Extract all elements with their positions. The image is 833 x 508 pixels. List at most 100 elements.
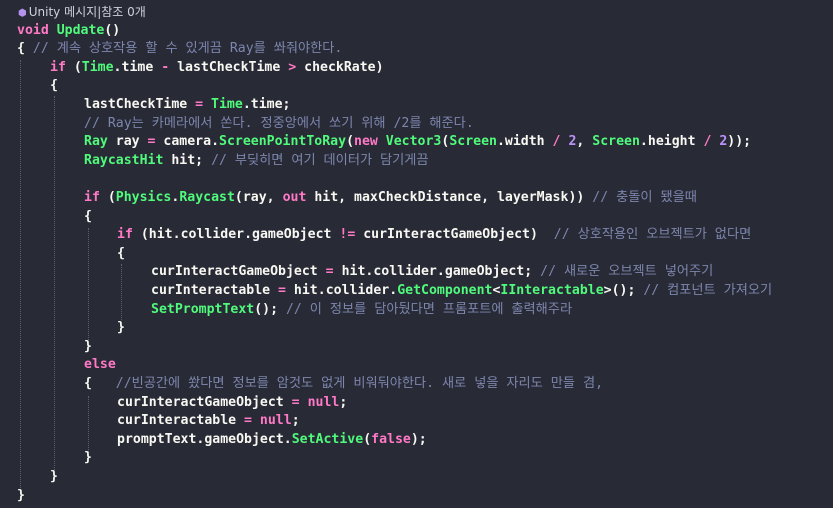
unity-message-icon: ⬢ bbox=[18, 8, 27, 19]
code-token: gameObject bbox=[252, 227, 332, 243]
code-line[interactable]: } bbox=[50, 468, 58, 487]
code-token: . bbox=[242, 96, 251, 112]
code-token: IInteractable bbox=[500, 282, 604, 298]
code-line[interactable]: RaycastHit hit; // 부딪히면 여기 데이터가 담기게끔 bbox=[84, 152, 429, 171]
code-token: = bbox=[139, 134, 164, 150]
code-token: )) bbox=[568, 189, 585, 205]
code-token: maxCheckDistance bbox=[354, 189, 482, 205]
code-token: curInteractable bbox=[151, 282, 271, 298]
code-line[interactable]: } bbox=[117, 319, 125, 338]
code-token: >(); bbox=[603, 282, 644, 298]
code-token: // 이 정보를 담아뒀다면 프롬포트에 출력해주라 bbox=[285, 301, 573, 317]
code-token: null bbox=[259, 413, 292, 429]
code-token: ; bbox=[339, 394, 348, 410]
code-token: lastCheckTime bbox=[84, 96, 188, 112]
code-token: ; bbox=[195, 152, 212, 168]
code-token: hit bbox=[341, 264, 366, 280]
code-line[interactable]: { bbox=[50, 77, 58, 96]
code-line[interactable]: { //빈공간에 쐈다면 정보를 암것도 없게 비워둬야한다. 새로 넣을 자리… bbox=[84, 375, 603, 394]
code-token: curInteractGameObject bbox=[363, 227, 530, 243]
code-token: GetComponent bbox=[397, 282, 493, 298]
code-token: } bbox=[50, 468, 58, 484]
code-token: ray bbox=[115, 134, 140, 150]
code-token: // 컴포넌트 가져오기 bbox=[643, 282, 773, 298]
code-line[interactable]: void Update() bbox=[17, 22, 120, 41]
code-token: false bbox=[371, 431, 411, 447]
code-token: gameObject bbox=[204, 431, 284, 447]
code-token: // 계속 상호작용 할 수 있게끔 Ray를 쏴줘야한다. bbox=[32, 41, 343, 57]
code-token: . bbox=[211, 134, 220, 150]
code-editor[interactable]: ⬢ Unity 메시지|참조 0개 void Update(){ // 계속 상호… bbox=[0, 0, 833, 508]
code-line[interactable]: } bbox=[17, 487, 25, 506]
code-token: collider bbox=[180, 227, 245, 243]
code-line[interactable]: // Ray는 카메라에서 쏜다. 정중앙에서 쏘기 위해 /2를 해준다. bbox=[84, 115, 474, 134]
code-line[interactable]: } bbox=[84, 449, 92, 468]
code-token: // 충돌이 됐을때 bbox=[584, 189, 697, 205]
code-line[interactable]: else bbox=[84, 356, 116, 375]
code-line[interactable]: if (Physics.Raycast(ray, out hit, maxChe… bbox=[84, 189, 697, 208]
code-token: . bbox=[283, 431, 292, 447]
code-line[interactable]: curInteractable = hit.collider.GetCompon… bbox=[151, 282, 772, 301]
code-line[interactable]: curInteractGameObject = null; bbox=[117, 394, 347, 413]
code-token: , bbox=[481, 189, 497, 205]
code-token: if bbox=[50, 59, 74, 75]
code-token: ); bbox=[410, 431, 427, 447]
code-token: } bbox=[17, 487, 25, 503]
code-token: SetPromptText bbox=[151, 301, 255, 317]
code-token: ; bbox=[291, 413, 300, 429]
code-line[interactable]: } bbox=[84, 338, 92, 357]
code-token: gameObject bbox=[444, 264, 525, 280]
code-token: = bbox=[187, 96, 212, 112]
code-token: promptText bbox=[117, 431, 197, 447]
code-line[interactable]: curInteractable = null; bbox=[117, 412, 300, 431]
code-token: // Ray는 카메라에서 쏜다. 정중앙에서 쏘기 위해 /2를 해준다. bbox=[84, 115, 474, 131]
code-token: RaycastHit bbox=[84, 152, 172, 168]
code-token: // 상호작용인 오브젝트가 없다면 bbox=[537, 227, 752, 243]
code-token: / bbox=[695, 134, 720, 150]
code-token: ScreenPointToRay bbox=[219, 134, 347, 150]
code-token: else bbox=[84, 357, 116, 373]
code-line[interactable]: curInteractGameObject = hit.collider.gam… bbox=[151, 263, 713, 282]
code-token: null bbox=[307, 394, 340, 410]
code-line[interactable]: { bbox=[84, 208, 92, 227]
code-line[interactable]: lastCheckTime = Time.time; bbox=[84, 96, 290, 115]
code-line[interactable]: if (hit.collider.gameObject != curIntera… bbox=[117, 226, 751, 245]
code-line[interactable]: { // 계속 상호작용 할 수 있게끔 Ray를 쏴줘야한다. bbox=[17, 40, 342, 59]
code-line[interactable]: SetPromptText(); // 이 정보를 담아뒀다면 프롬포트에 출력… bbox=[151, 301, 572, 320]
code-token: / bbox=[544, 134, 569, 150]
codelens[interactable]: ⬢ Unity 메시지|참조 0개 bbox=[18, 3, 146, 21]
code-token: checkRate bbox=[304, 59, 376, 75]
code-token: Physics bbox=[115, 189, 172, 205]
code-line[interactable]: promptText.gameObject.SetActive(false); bbox=[117, 431, 427, 450]
code-token: { bbox=[17, 41, 33, 57]
code-token: hit bbox=[148, 227, 173, 243]
code-token: , bbox=[338, 189, 355, 205]
code-line[interactable]: if (Time.time - lastCheckTime > checkRat… bbox=[50, 59, 384, 78]
code-token: ( bbox=[107, 189, 116, 205]
code-token: hit bbox=[293, 282, 318, 298]
code-token: . bbox=[244, 227, 253, 243]
code-token: ) bbox=[529, 227, 538, 243]
code-token: SetActive bbox=[291, 431, 364, 447]
code-token: (); bbox=[254, 301, 286, 317]
indent-guide bbox=[54, 96, 55, 470]
code-token: Vector3 bbox=[385, 134, 442, 150]
code-token: { bbox=[84, 208, 92, 224]
indent-guide bbox=[88, 396, 89, 452]
code-token: out bbox=[282, 189, 315, 205]
code-token: Time bbox=[211, 96, 243, 112]
indent-guide bbox=[121, 264, 122, 320]
code-token: ; bbox=[282, 96, 291, 112]
code-token: ( bbox=[140, 227, 149, 243]
code-token: - bbox=[153, 59, 178, 75]
code-token: > bbox=[280, 59, 305, 75]
code-token: hit bbox=[314, 189, 339, 205]
code-token: { bbox=[117, 245, 125, 261]
code-token: lastCheckTime bbox=[177, 59, 281, 75]
code-token: time bbox=[121, 59, 154, 75]
codelens-text: Unity 메시지|참조 0개 bbox=[28, 5, 146, 19]
code-line[interactable]: Ray ray = camera.ScreenPointToRay(new Ve… bbox=[84, 133, 751, 152]
code-token: . bbox=[389, 282, 398, 298]
code-line[interactable]: { bbox=[117, 245, 125, 264]
indent-guide bbox=[20, 60, 21, 488]
